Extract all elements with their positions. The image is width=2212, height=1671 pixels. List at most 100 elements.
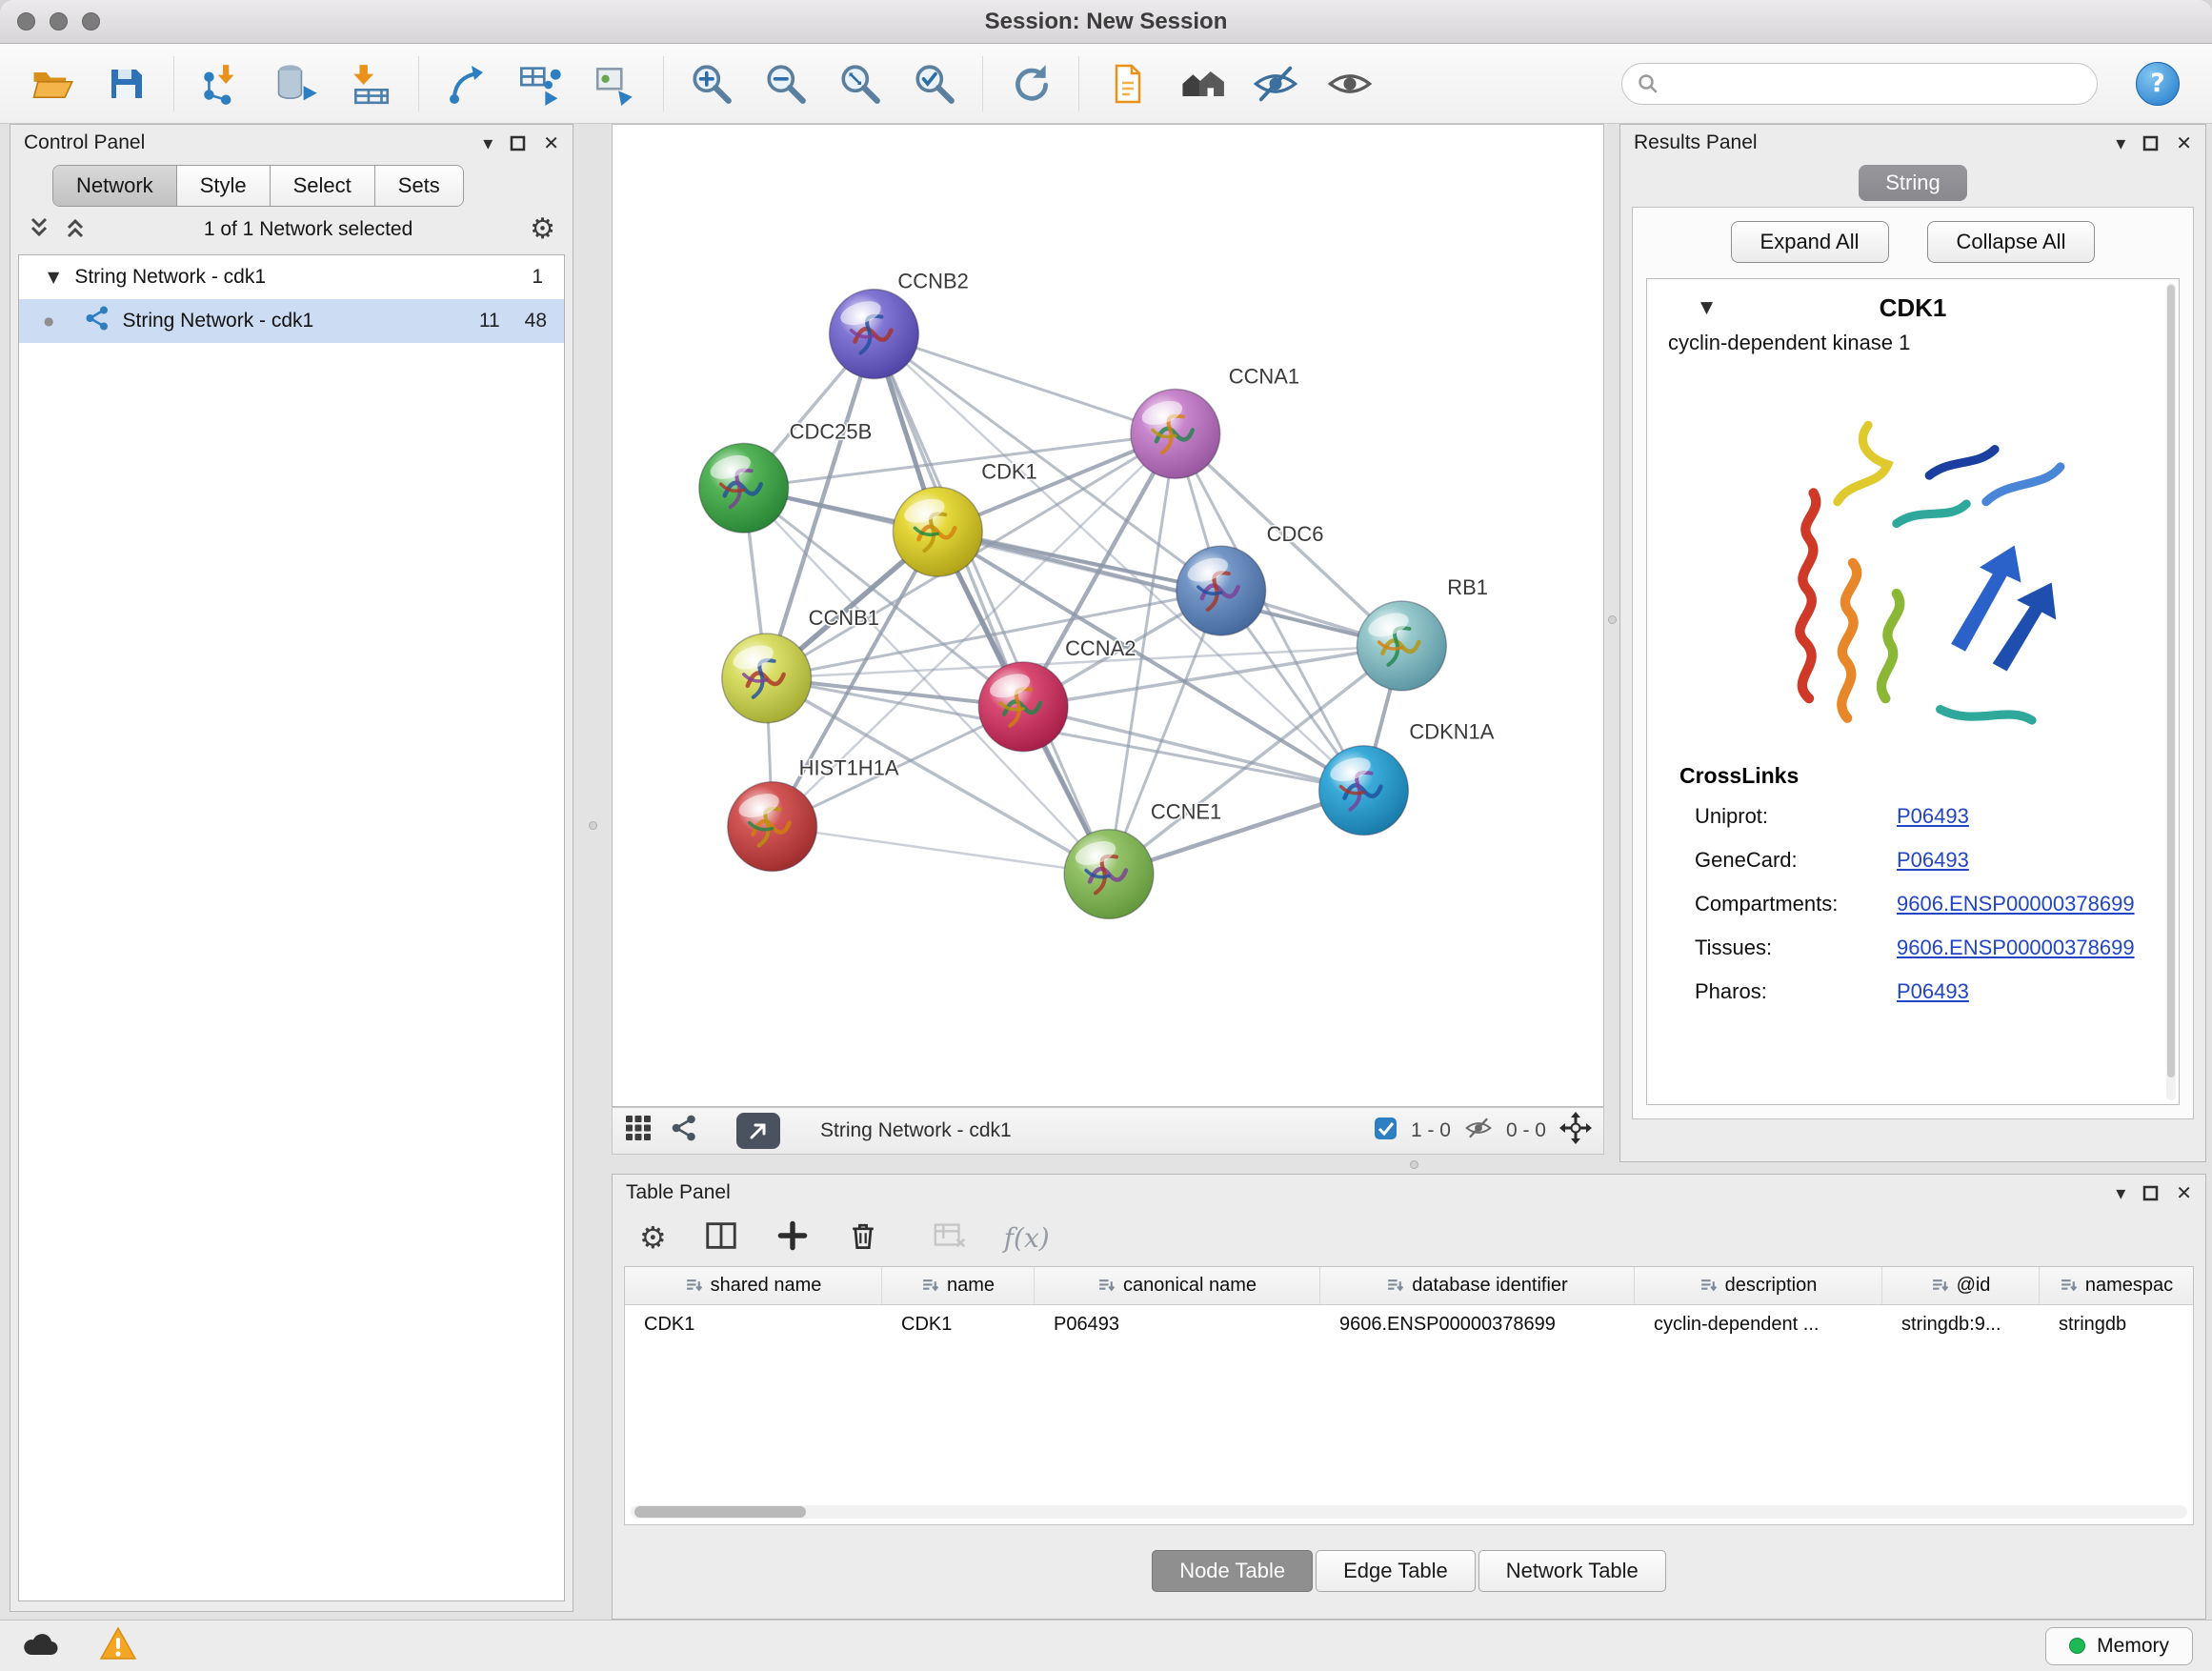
- network-clone-icon: [593, 61, 638, 107]
- network-edge[interactable]: [874, 334, 1175, 434]
- column-header[interactable]: description: [1635, 1267, 1882, 1304]
- hidden-eye-icon[interactable]: [1464, 1114, 1493, 1148]
- tab-style[interactable]: Style: [177, 166, 271, 206]
- new-network-button[interactable]: [440, 57, 493, 111]
- network-edge[interactable]: [937, 532, 1401, 646]
- entry-collapse-icon[interactable]: ▼: [1700, 300, 1713, 316]
- network-node-CDC25B[interactable]: [699, 443, 789, 533]
- current-network-bullet-icon: ●: [44, 315, 53, 327]
- uniprot-link[interactable]: P06493: [1897, 804, 1969, 829]
- network-node-CCNB2[interactable]: [830, 290, 919, 379]
- results-scrollbar[interactable]: [2166, 283, 2176, 1100]
- create-column-button[interactable]: [775, 1218, 810, 1258]
- tab-node-table[interactable]: Node Table: [1152, 1550, 1313, 1592]
- network-edge[interactable]: [767, 591, 1221, 678]
- zoom-out-button[interactable]: [759, 57, 813, 111]
- hide-panels-button[interactable]: [1249, 57, 1302, 111]
- refresh-view-button[interactable]: [1004, 57, 1057, 111]
- session-details-button[interactable]: [1100, 57, 1154, 111]
- tab-string[interactable]: String: [1859, 165, 1966, 201]
- network-edge[interactable]: [773, 827, 1109, 875]
- panel-menu-icon[interactable]: ▾: [2116, 133, 2125, 152]
- fit-content-button[interactable]: [1559, 1112, 1592, 1150]
- network-node-CDC6[interactable]: [1176, 546, 1266, 635]
- tab-network[interactable]: Network: [53, 166, 177, 206]
- network-node-CDK1[interactable]: [893, 487, 982, 576]
- network-overview-button[interactable]: [670, 1114, 698, 1148]
- collapse-all-button[interactable]: Collapse All: [1927, 221, 2096, 263]
- tab-network-table[interactable]: Network Table: [1478, 1550, 1666, 1592]
- network-node-CCNA1[interactable]: [1131, 389, 1220, 478]
- zoom-selected-button[interactable]: [908, 57, 961, 111]
- table-row[interactable]: CDK1 CDK1 P06493 9606.ENSP00000378699 cy…: [625, 1305, 2193, 1343]
- tab-select[interactable]: Select: [271, 166, 375, 206]
- import-table-button[interactable]: [344, 57, 397, 111]
- network-edge[interactable]: [874, 334, 1109, 875]
- node-label-CCNA1: CCNA1: [1229, 364, 1299, 388]
- network-node-CDKN1A[interactable]: [1319, 746, 1409, 836]
- expand-all-button[interactable]: Expand All: [1731, 221, 1889, 263]
- column-header[interactable]: @id: [1882, 1267, 2040, 1304]
- compartments-link[interactable]: 9606.ENSP00000378699: [1897, 892, 2135, 916]
- horizontal-splitter-grip[interactable]: [1410, 1160, 1418, 1169]
- network-node-RB1[interactable]: [1357, 601, 1446, 691]
- search-field[interactable]: [1621, 63, 2098, 105]
- collapse-all-icon[interactable]: [28, 216, 50, 244]
- delete-column-button[interactable]: [846, 1218, 880, 1258]
- panel-float-icon[interactable]: [2142, 1185, 2159, 1201]
- clone-network-button[interactable]: [589, 57, 642, 111]
- save-session-button[interactable]: [99, 57, 152, 111]
- vertical-splitter-grip[interactable]: [1608, 615, 1617, 624]
- column-header[interactable]: name: [882, 1267, 1035, 1304]
- show-panels-button[interactable]: [1323, 57, 1377, 111]
- tree-expand-icon[interactable]: ▼: [48, 270, 59, 285]
- cloud-button[interactable]: [19, 1629, 61, 1662]
- home-button[interactable]: [1175, 57, 1228, 111]
- network-node-CCNB1[interactable]: [722, 634, 812, 723]
- import-network-file-button[interactable]: [195, 57, 249, 111]
- network-node-HIST1H1A[interactable]: [728, 782, 817, 872]
- panel-float-icon[interactable]: [510, 135, 526, 151]
- zoom-in-button[interactable]: [685, 57, 738, 111]
- pharos-link[interactable]: P06493: [1897, 979, 1969, 1004]
- panel-close-icon[interactable]: ✕: [543, 133, 559, 152]
- panel-float-icon[interactable]: [2142, 135, 2159, 151]
- table-horizontal-scrollbar[interactable]: [631, 1505, 2187, 1519]
- warnings-button[interactable]: [99, 1626, 137, 1665]
- network-collection-row[interactable]: ▼ String Network - cdk1 1: [19, 255, 564, 299]
- panel-close-icon[interactable]: ✕: [2176, 1183, 2192, 1202]
- network-canvas[interactable]: CCNB2CCNA1CDC25BCDK1CDC6RB1CCNB1CCNA2CDK…: [613, 125, 1603, 1106]
- network-from-table-button[interactable]: [514, 57, 568, 111]
- import-network-database-button[interactable]: [270, 57, 323, 111]
- birds-eye-view-button[interactable]: [624, 1114, 653, 1148]
- tab-sets[interactable]: Sets: [375, 166, 463, 206]
- delete-table-button: [932, 1218, 968, 1258]
- open-session-button[interactable]: [25, 57, 78, 111]
- table-settings-gear-icon[interactable]: ⚙: [639, 1222, 667, 1253]
- network-row[interactable]: ● String Network - cdk1 11 48: [19, 299, 564, 343]
- column-header[interactable]: namespac: [2040, 1267, 2193, 1304]
- network-options-gear-icon[interactable]: ⚙: [530, 215, 555, 244]
- help-button[interactable]: ?: [2136, 62, 2180, 106]
- genecard-link[interactable]: P06493: [1897, 848, 1969, 873]
- expand-all-icon[interactable]: [64, 216, 87, 244]
- column-header[interactable]: canonical name: [1035, 1267, 1320, 1304]
- vertical-splitter-grip[interactable]: [589, 821, 597, 830]
- column-header[interactable]: shared name: [625, 1267, 882, 1304]
- select-columns-button[interactable]: [703, 1218, 739, 1258]
- column-header[interactable]: database identifier: [1320, 1267, 1635, 1304]
- memory-button[interactable]: Memory: [2045, 1627, 2193, 1665]
- selected-checkbox-icon[interactable]: [1374, 1117, 1398, 1146]
- tab-edge-table[interactable]: Edge Table: [1316, 1550, 1476, 1592]
- export-network-button[interactable]: [736, 1113, 780, 1149]
- zoom-fit-button[interactable]: [834, 57, 887, 111]
- tissues-link[interactable]: 9606.ENSP00000378699: [1897, 936, 2135, 960]
- panel-menu-icon[interactable]: ▾: [483, 133, 493, 152]
- network-node-CCNA2[interactable]: [978, 662, 1068, 752]
- search-input[interactable]: [1668, 72, 2081, 95]
- network-view[interactable]: CCNB2CCNA1CDC25BCDK1CDC6RB1CCNB1CCNA2CDK…: [612, 124, 1604, 1107]
- panel-menu-icon[interactable]: ▾: [2116, 1183, 2125, 1202]
- network-node-CCNE1[interactable]: [1064, 830, 1154, 919]
- function-builder-button[interactable]: f(x): [1004, 1222, 1050, 1254]
- panel-close-icon[interactable]: ✕: [2176, 133, 2192, 152]
